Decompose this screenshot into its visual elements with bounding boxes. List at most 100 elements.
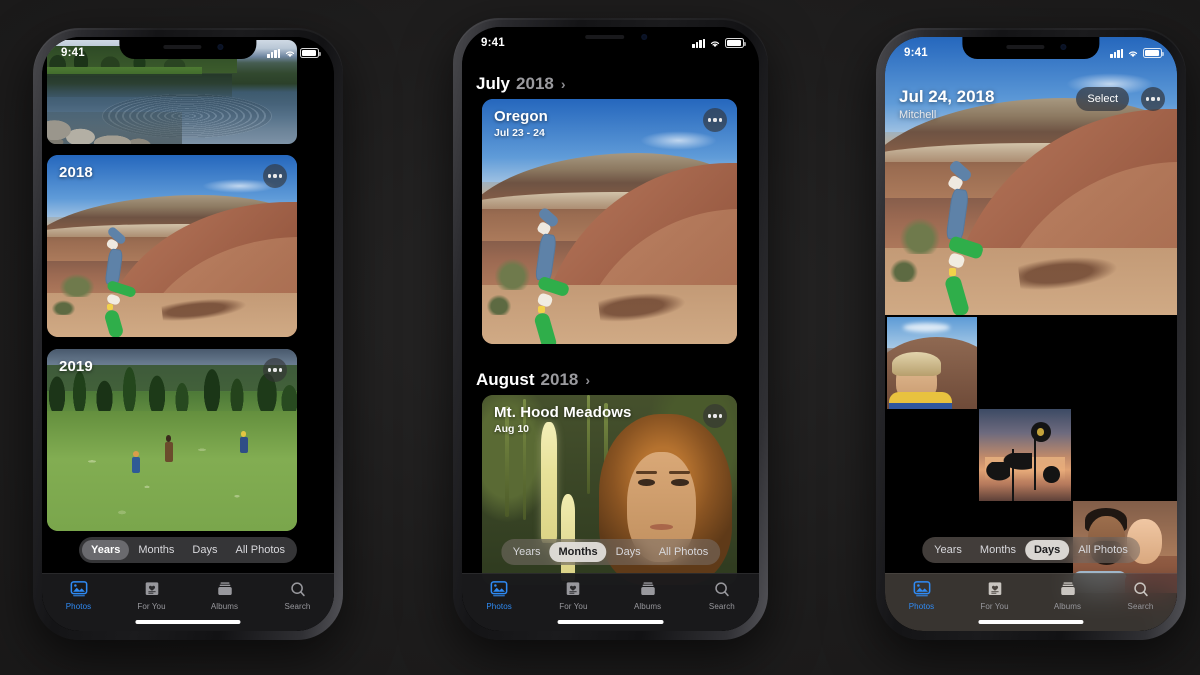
card-title: Mt. Hood Meadows [494, 404, 632, 421]
hiker-figure [239, 430, 248, 453]
tab-photos[interactable]: Photos [462, 581, 536, 611]
albums-icon [1057, 581, 1079, 599]
page-subtitle: Mitchell [899, 109, 937, 121]
battery-icon [725, 38, 746, 48]
tab-label: Search [284, 602, 311, 611]
section-month: August [476, 370, 535, 389]
screen-days-view: Jul 24, 2018 Mitchell Select Years Month… [885, 37, 1177, 631]
status-bar: 9:41 [885, 37, 1177, 63]
page-title: Jul 24, 2018 [899, 87, 995, 106]
tab-photos[interactable]: Photos [42, 581, 115, 611]
screen-years-view: 2018 2019 Years Months Days All Photos P… [42, 37, 334, 631]
tab-albums[interactable]: Albums [188, 581, 261, 611]
tab-photos[interactable]: Photos [885, 581, 958, 611]
search-icon [711, 581, 733, 599]
tab-search[interactable]: Search [261, 581, 334, 611]
photos-icon [911, 581, 933, 599]
tab-search[interactable]: Search [685, 581, 759, 611]
tab-for-you[interactable]: For You [536, 581, 610, 611]
section-header-august[interactable]: August 2018 › [462, 370, 604, 390]
photos-icon [488, 581, 510, 599]
tab-search[interactable]: Search [1104, 581, 1177, 611]
status-time: 9:41 [904, 47, 928, 59]
chevron-right-icon: › [585, 372, 591, 388]
scope-option-years[interactable]: Years [925, 540, 971, 560]
tab-for-you[interactable]: For You [115, 581, 188, 611]
handstand-figure [533, 206, 630, 344]
scope-option-months[interactable]: Months [549, 542, 607, 562]
hiker-figure [132, 450, 140, 473]
cellular-bars-icon [267, 48, 280, 58]
section-year: 2018 [540, 370, 579, 389]
day-header: Jul 24, 2018 Mitchell [899, 87, 994, 121]
section-header-july[interactable]: July 2018 › [462, 74, 580, 94]
scope-option-days[interactable]: Days [1024, 540, 1070, 560]
scope-option-all-photos[interactable]: All Photos [226, 540, 294, 560]
year-card-label: 2018 [59, 164, 93, 181]
grid-photo-sunflower-sunset[interactable] [979, 409, 1071, 501]
albums-icon [214, 581, 236, 599]
scope-bar[interactable]: Years Months Days All Photos [922, 537, 1140, 563]
year-card-2018[interactable]: 2018 [47, 155, 297, 337]
more-options-button[interactable] [263, 358, 287, 382]
home-indicator[interactable] [135, 620, 241, 624]
phone-left: 2018 2019 Years Months Days All Photos P… [33, 28, 343, 640]
card-subtitle: Aug 10 [494, 423, 530, 435]
scope-bar[interactable]: Years Months Days All Photos [500, 539, 721, 565]
tab-albums[interactable]: Albums [1031, 581, 1104, 611]
phone-right: Jul 24, 2018 Mitchell Select Years Month… [876, 28, 1186, 640]
section-year: 2018 [516, 74, 554, 93]
status-time: 9:41 [61, 47, 85, 59]
tab-label: For You [137, 602, 166, 611]
tab-label: Photos [65, 602, 92, 611]
more-options-button[interactable] [703, 108, 727, 132]
section-month: July [476, 74, 511, 93]
scope-bar[interactable]: Years Months Days All Photos [78, 537, 298, 563]
wifi-icon [284, 49, 296, 58]
year-card-2019[interactable]: 2019 [47, 349, 297, 531]
for-you-icon [562, 581, 584, 599]
year-card-label: 2019 [59, 358, 93, 375]
card-title-block: Oregon Jul 23 - 24 [494, 108, 548, 139]
more-options-button[interactable] [263, 164, 287, 188]
battery-icon [300, 48, 321, 58]
tab-label: Search [708, 602, 735, 611]
month-card-oregon[interactable]: Oregon Jul 23 - 24 [482, 99, 737, 344]
for-you-icon [984, 581, 1006, 599]
tab-label: Albums [633, 602, 662, 611]
select-button[interactable]: Select [1076, 87, 1129, 111]
tab-label: Search [1127, 602, 1154, 611]
scope-option-days[interactable]: Days [183, 540, 226, 560]
day-hero-photo[interactable] [885, 37, 1177, 315]
scope-option-all-photos[interactable]: All Photos [1069, 540, 1137, 560]
scope-option-all-photos[interactable]: All Photos [650, 542, 718, 562]
card-title: Oregon [494, 108, 548, 125]
status-time: 9:41 [481, 37, 505, 49]
card-subtitle: Jul 23 - 24 [494, 127, 545, 139]
scope-option-days[interactable]: Days [607, 542, 650, 562]
tab-for-you[interactable]: For You [958, 581, 1031, 611]
tab-label: For You [980, 602, 1009, 611]
wifi-icon [1127, 49, 1139, 58]
scope-option-years[interactable]: Years [81, 540, 130, 560]
tab-label: Albums [1053, 602, 1082, 611]
handstand-figure [944, 158, 1048, 315]
more-options-button[interactable] [703, 404, 727, 428]
chevron-right-icon: › [560, 76, 566, 92]
tab-label: Albums [210, 602, 239, 611]
cellular-bars-icon [692, 38, 705, 48]
handstand-figure [103, 226, 192, 337]
tab-label: Photos [908, 602, 935, 611]
more-options-button[interactable] [1141, 87, 1165, 111]
scope-option-months[interactable]: Months [129, 540, 183, 560]
battery-icon [1143, 48, 1164, 58]
grid-photo-boy-portrait[interactable] [887, 317, 977, 409]
home-indicator[interactable] [978, 620, 1084, 624]
scope-option-months[interactable]: Months [971, 540, 1025, 560]
card-title-block: Mt. Hood Meadows Aug 10 [494, 404, 631, 435]
phone-center: July 2018 › Oregon Jul 23 - 24 August 20… [453, 18, 768, 640]
tab-albums[interactable]: Albums [611, 581, 685, 611]
for-you-icon [141, 581, 163, 599]
scope-option-years[interactable]: Years [504, 542, 550, 562]
home-indicator[interactable] [557, 620, 664, 624]
